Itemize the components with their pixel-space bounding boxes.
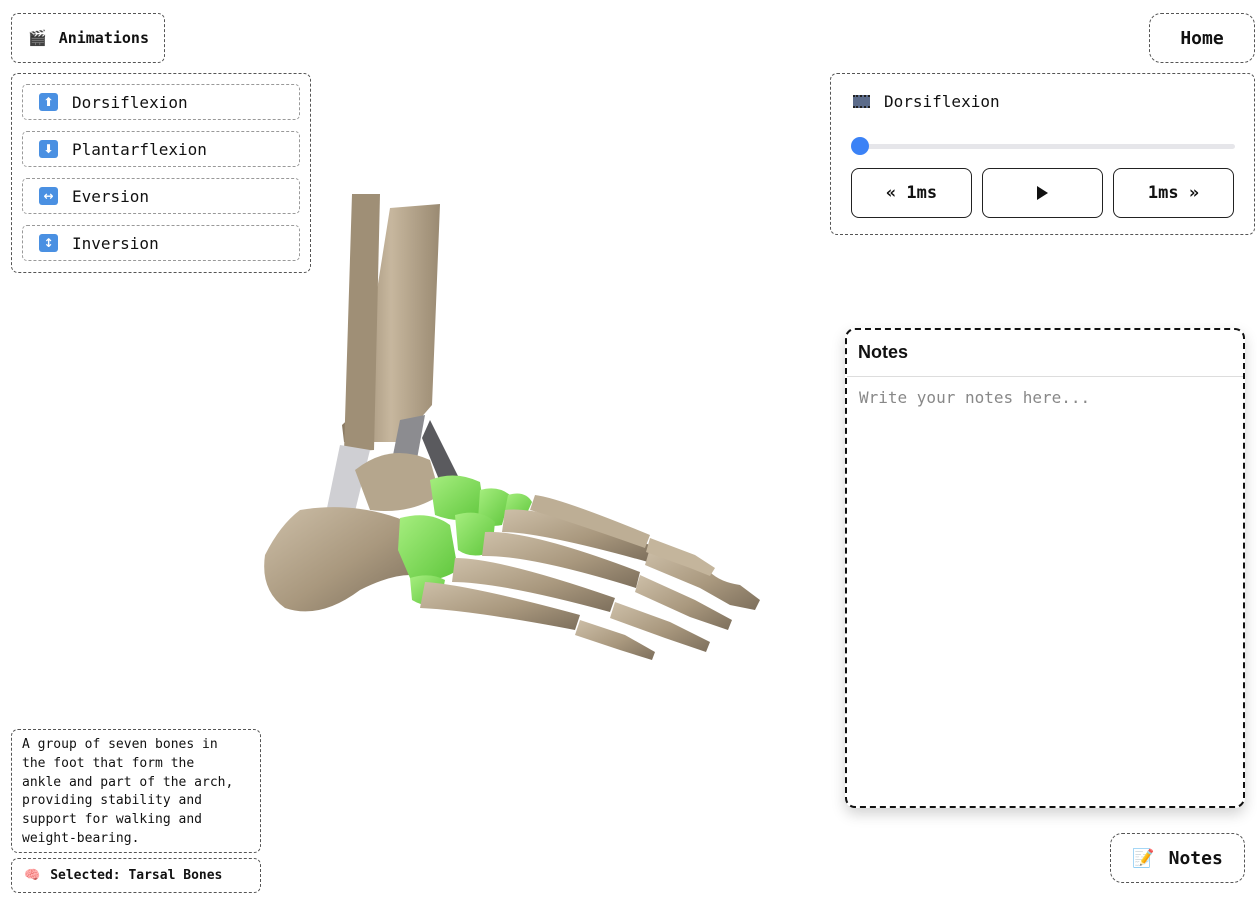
animation-item-label: Eversion	[72, 186, 150, 206]
step-forward-button[interactable]: 1ms »	[1113, 168, 1234, 218]
animation-player-panel: Dorsiflexion « 1ms 1ms »	[830, 73, 1255, 235]
animation-item-label: Inversion	[72, 233, 159, 253]
play-button[interactable]	[982, 168, 1103, 218]
film-icon	[853, 95, 870, 108]
bone-description: A group of seven bones in the foot that …	[11, 729, 261, 853]
tarsal-cuboid	[398, 515, 458, 581]
clapperboard-icon: 🎬	[28, 29, 47, 47]
home-button[interactable]: Home	[1149, 13, 1255, 63]
arrow-left-right-icon: ↔	[39, 187, 58, 205]
arrow-up-down-icon: ↕	[39, 234, 58, 252]
talus-bone	[355, 452, 440, 511]
notes-divider	[847, 376, 1243, 377]
player-title: Dorsiflexion	[853, 92, 1000, 111]
notes-title: Notes	[858, 342, 909, 362]
animation-item-label: Dorsiflexion	[72, 92, 188, 112]
step-back-button[interactable]: « 1ms	[851, 168, 972, 218]
brain-icon: 🧠	[24, 868, 41, 883]
arrow-up-icon: ⬆	[39, 93, 58, 111]
player-title-label: Dorsiflexion	[884, 92, 1000, 111]
notes-toggle-label: Notes	[1168, 847, 1223, 869]
timeline-slider-thumb[interactable]	[851, 137, 869, 155]
animations-header-label: Animations	[58, 29, 149, 47]
play-icon	[1037, 186, 1048, 200]
animation-item-plantarflexion[interactable]: ⬇ Plantarflexion	[22, 131, 300, 167]
animations-header[interactable]: 🎬 Animations	[11, 13, 165, 63]
timeline-slider-track[interactable]	[855, 144, 1235, 149]
notes-textarea[interactable]	[857, 386, 1235, 800]
foot-3d-model[interactable]	[240, 180, 780, 680]
notes-panel: Notes	[845, 328, 1245, 808]
selected-bone-label: Selected: Tarsal Bones	[50, 868, 223, 883]
fibula-bone	[344, 194, 380, 452]
animation-item-dorsiflexion[interactable]: ⬆ Dorsiflexion	[22, 84, 300, 120]
arrow-down-icon: ⬇	[39, 140, 58, 158]
animation-item-label: Plantarflexion	[72, 139, 207, 159]
selected-bone-indicator: 🧠 Selected: Tarsal Bones	[11, 858, 261, 893]
calcaneus-bone	[264, 507, 415, 612]
memo-icon: 📝	[1132, 847, 1155, 869]
notes-toggle-button[interactable]: 📝 Notes	[1110, 833, 1245, 883]
